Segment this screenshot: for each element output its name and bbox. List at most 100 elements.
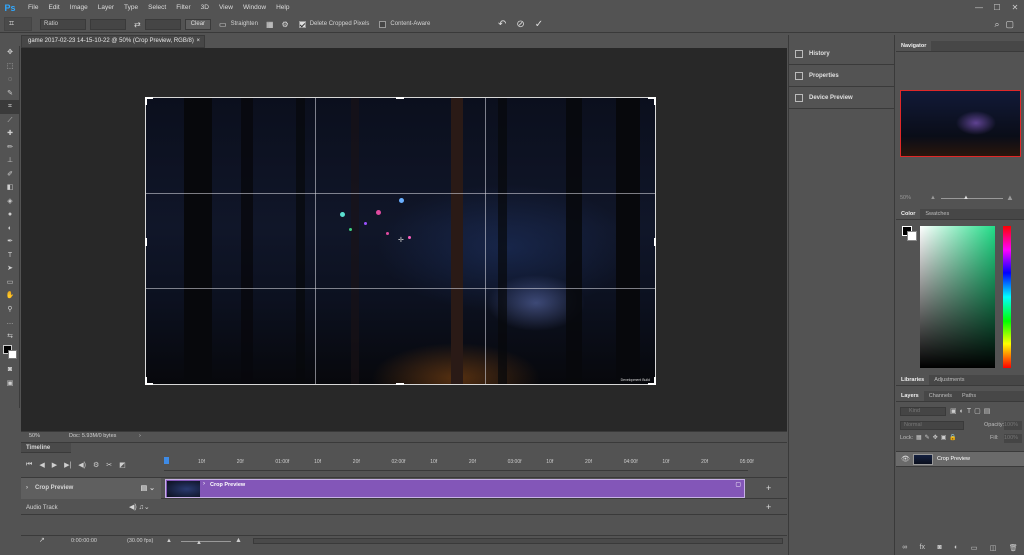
timeline-ruler[interactable]: 10f 20f 01:00f 10f 20f 02:00f 10f 20f 03:00f 10f 2… [164, 457, 754, 471]
eyedropper-tool-icon[interactable]: ⟋ [0, 114, 20, 128]
crop-handle-right[interactable] [654, 238, 656, 246]
tab-layers[interactable]: Layers [896, 391, 924, 401]
navigator-zoom[interactable]: 50% [900, 192, 911, 204]
tab-navigator[interactable]: Navigator [896, 41, 932, 51]
fx-icon[interactable]: fx [920, 544, 925, 552]
swap-icon[interactable]: ⇄ [134, 20, 141, 29]
crop-handle-top-left[interactable] [145, 97, 147, 105]
menu-filter[interactable]: Filter [171, 0, 195, 15]
crop-handle-bottom-right[interactable] [654, 377, 656, 385]
quick-select-tool-icon[interactable]: ✎ [0, 87, 20, 101]
menu-layer[interactable]: Layer [93, 0, 119, 15]
folder-icon[interactable]: ▭ [971, 544, 978, 552]
crop-tool-preset-picker[interactable]: ⌗ [4, 17, 32, 31]
gradient-tool-icon[interactable]: ◈ [0, 195, 20, 209]
properties-panel-button[interactable]: Properties [789, 65, 894, 87]
color-swatches[interactable] [0, 343, 20, 363]
menu-image[interactable]: Image [65, 0, 93, 15]
path-select-tool-icon[interactable]: ➤ [0, 262, 20, 276]
slider-knob[interactable]: ▲ [963, 192, 969, 204]
zoom-in-icon[interactable]: ▲ [1006, 192, 1014, 204]
zoom-out-icon[interactable]: ▲ [166, 536, 172, 546]
lasso-tool-icon[interactable]: ◌ [0, 73, 20, 87]
device-preview-panel-button[interactable]: Device Preview [789, 87, 894, 109]
film-icon[interactable]: ▤ ⌄ [141, 478, 155, 499]
add-media-icon[interactable]: + [766, 483, 771, 493]
render-icon[interactable]: ↗ [39, 536, 45, 546]
crop-handle-bottom-left[interactable] [145, 377, 147, 385]
tab-paths[interactable]: Paths [957, 391, 981, 401]
background-color-swatch[interactable] [907, 231, 917, 241]
clip-menu-icon[interactable]: ▢ [735, 481, 741, 488]
menu-select[interactable]: Select [143, 0, 171, 15]
play-icon[interactable]: ▶ [52, 461, 57, 469]
tab-color[interactable]: Color [896, 209, 921, 219]
slider-knob[interactable]: ▲ [196, 538, 202, 548]
type-tool-icon[interactable]: T [0, 249, 20, 263]
layer-filter-icons[interactable]: ▣◐T▢▤ [950, 407, 993, 415]
crop-tool-icon[interactable]: ⌗ [0, 100, 20, 114]
expand-icon[interactable]: › [26, 478, 28, 499]
prev-frame-icon[interactable]: ◀ [39, 461, 44, 469]
menu-help[interactable]: Help [271, 0, 294, 15]
playhead[interactable] [164, 457, 169, 464]
shape-tool-icon[interactable]: ▭ [0, 276, 20, 290]
mask-icon[interactable]: ◙ [937, 544, 941, 552]
audio-track-icons[interactable]: ◀) ♫⌄ [129, 501, 150, 515]
navigator-zoom-slider[interactable] [941, 198, 1003, 199]
maximize-icon[interactable]: ☐ [988, 0, 1006, 15]
tab-adjustments[interactable]: Adjustments [929, 375, 969, 385]
new-layer-icon[interactable]: ◫ [990, 544, 997, 552]
tab-libraries[interactable]: Libraries [896, 375, 930, 385]
overlay-grid-icon[interactable]: ▦ [266, 20, 274, 29]
menu-view[interactable]: View [214, 0, 238, 15]
history-panel-button[interactable]: History [789, 43, 894, 65]
timeline-zoom-slider[interactable] [181, 541, 231, 542]
gear-icon[interactable]: ⚙ [282, 20, 289, 29]
ratio-select[interactable]: Ratio [40, 18, 86, 30]
clone-stamp-tool-icon[interactable]: ⊥ [0, 154, 20, 168]
add-audio-icon[interactable]: + [766, 502, 771, 512]
straighten-label[interactable]: Straighten [231, 21, 258, 27]
move-tool-icon[interactable]: ✥ [0, 46, 20, 60]
split-icon[interactable]: ✂ [106, 461, 112, 469]
document-tab[interactable]: game 2017-02-23 14-15-10-22 @ 50% (Crop … [21, 35, 205, 48]
delete-cropped-checkbox[interactable] [298, 20, 306, 28]
healing-brush-tool-icon[interactable]: ✚ [0, 127, 20, 141]
crop-handle-top[interactable] [396, 97, 404, 99]
brush-tool-icon[interactable]: ✏ [0, 141, 20, 155]
tab-swatches[interactable]: Swatches [920, 209, 954, 219]
lock-icons[interactable]: ▦✎✥▣🔒 [916, 434, 960, 441]
menu-file[interactable]: File [23, 0, 43, 15]
layer-filter-select[interactable]: Kind [900, 407, 946, 416]
straighten-icon[interactable]: ▭ [219, 20, 227, 29]
quick-mask-icon[interactable]: ◙ [0, 363, 20, 377]
workspace-icon[interactable]: ▢ [1005, 19, 1014, 30]
background-color-swatch[interactable] [8, 350, 17, 359]
undo-icon[interactable]: ↶ [498, 19, 506, 30]
check-icon[interactable]: ✓ [535, 19, 543, 30]
eye-icon[interactable]: 👁 [901, 455, 910, 463]
close-icon[interactable]: ✕ [1006, 0, 1024, 15]
crop-handle-bottom[interactable] [396, 383, 404, 385]
fill-input[interactable]: 100% [1004, 434, 1022, 443]
zoom-out-icon[interactable]: ▲ [930, 192, 936, 204]
layer-row[interactable]: 👁 Crop Preview [896, 451, 1024, 467]
history-brush-tool-icon[interactable]: ✐ [0, 168, 20, 182]
close-document-icon[interactable]: × [196, 36, 200, 47]
search-icon[interactable]: ⌕ [994, 19, 999, 30]
crop-frame[interactable]: ✛ [145, 97, 656, 385]
dodge-tool-icon[interactable]: ◐ [0, 222, 20, 236]
menu-window[interactable]: Window [238, 0, 271, 15]
opacity-input[interactable]: 100% [1004, 421, 1022, 430]
pen-tool-icon[interactable]: ✒ [0, 235, 20, 249]
link-icon[interactable]: ∞ [902, 544, 907, 552]
clear-button[interactable]: Clear [184, 18, 212, 30]
hand-tool-icon[interactable]: ✋ [0, 289, 20, 303]
timeline-tab[interactable]: Timeline [21, 443, 71, 453]
minimize-icon[interactable]: — [970, 0, 988, 15]
settings-icon[interactable]: ⚙ [93, 461, 99, 469]
timeline-scrollbar[interactable] [253, 538, 783, 544]
video-track-header[interactable]: › Crop Preview ▤ ⌄ [21, 478, 161, 499]
crop-handle-top-right[interactable] [654, 97, 656, 105]
